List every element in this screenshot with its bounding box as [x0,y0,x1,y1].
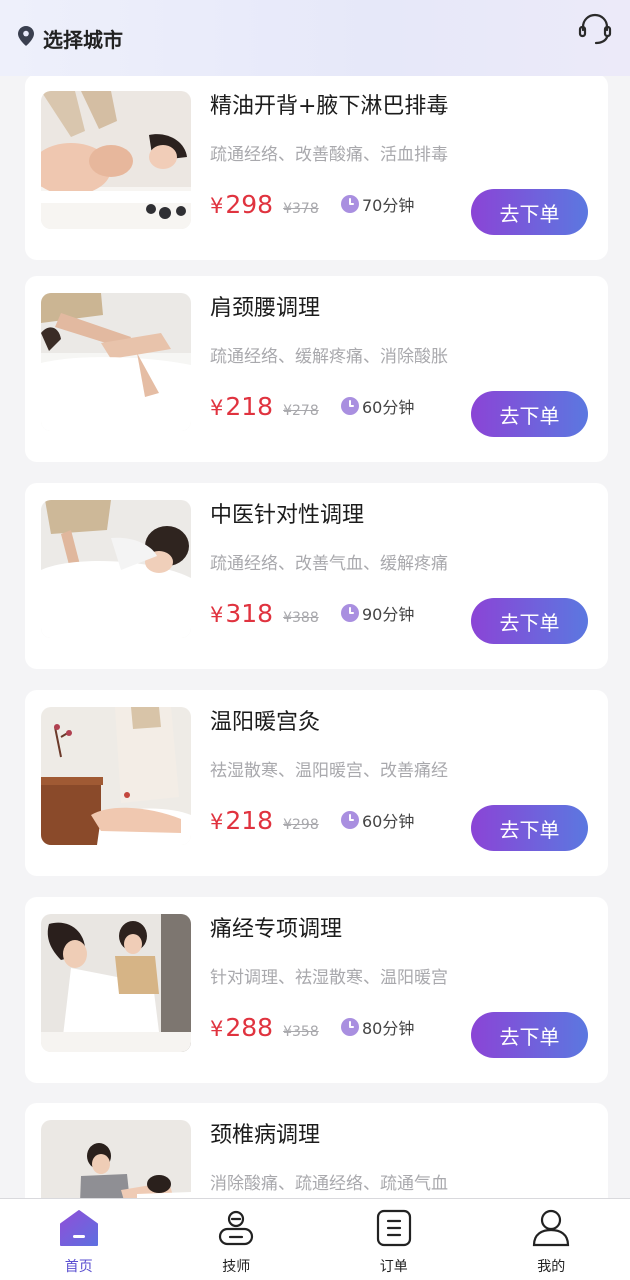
original-price: ¥388 [283,610,319,626]
duration-text: 70分钟 [362,196,415,215]
duration: 80分钟 [341,1015,414,1039]
order-button[interactable]: 去下单 [471,1012,588,1058]
original-price: ¥358 [283,1024,319,1040]
duration: 70分钟 [341,192,414,216]
price: 318 [225,599,274,628]
duration-text: 90分钟 [362,605,415,624]
price-row: ¥ 288 ¥358 [210,1013,319,1042]
tab-profile[interactable]: 我的 [473,1199,630,1280]
price: 298 [225,190,274,219]
service-tags: 疏通经络、改善气血、缓解疼痛 [210,554,448,574]
service-image [41,1120,191,1198]
original-price: ¥278 [283,403,319,419]
service-title: 颈椎病调理 [210,1123,321,1148]
clock-icon [341,1018,359,1036]
clock-icon [341,397,359,415]
map-pin-icon [18,26,34,50]
currency-symbol: ¥ [210,396,224,420]
order-button[interactable]: 去下单 [471,189,588,235]
price-row: ¥ 218 ¥298 [210,806,319,835]
technician-icon [216,1209,256,1251]
service-card[interactable]: 温阳暖宫灸 祛湿散寒、温阳暖宫、改善痛经 ¥ 218 ¥298 60分钟 去下单 [25,690,608,876]
service-tags: 消除酸痛、疏通经络、疏通气血 [210,1174,448,1194]
service-card[interactable]: 痛经专项调理 针对调理、祛湿散寒、温阳暖宫 ¥ 288 ¥358 80分钟 去下… [25,897,608,1083]
currency-symbol: ¥ [210,603,224,627]
price: 218 [225,392,274,421]
service-title: 精油开背+腋下淋巴排毒 [210,94,449,119]
currency-symbol: ¥ [210,194,224,218]
order-button[interactable]: 去下单 [471,391,588,437]
order-button[interactable]: 去下单 [471,598,588,644]
duration-text: 60分钟 [362,398,415,417]
duration-text: 80分钟 [362,1019,415,1038]
service-card[interactable]: 精油开背+腋下淋巴排毒 疏通经络、改善酸痛、活血排毒 ¥ 298 ¥378 70… [25,76,608,260]
service-tags: 疏通经络、改善酸痛、活血排毒 [210,145,448,165]
service-tags: 针对调理、祛湿散寒、温阳暖宫 [210,968,448,988]
bottom-tab-bar: 首页 技师 订单 我的 [0,1198,630,1280]
service-image [41,293,191,431]
price-row: ¥ 318 ¥388 [210,599,319,628]
user-icon [531,1209,571,1251]
currency-symbol: ¥ [210,810,224,834]
service-tags: 疏通经络、缓解疼痛、消除酸胀 [210,347,448,367]
tab-label: 订单 [379,1259,408,1275]
service-card[interactable]: 肩颈腰调理 疏通经络、缓解疼痛、消除酸胀 ¥ 218 ¥278 60分钟 去下单 [25,276,608,462]
service-list: 精油开背+腋下淋巴排毒 疏通经络、改善酸痛、活血排毒 ¥ 298 ¥378 70… [0,76,630,1198]
service-title: 肩颈腰调理 [210,296,321,321]
service-tags: 祛湿散寒、温阳暖宫、改善痛经 [210,761,448,781]
order-icon [374,1209,414,1251]
app-screen: 选择城市 精油开背+腋下淋巴排毒 疏通经络、改善酸痛、活血排毒 ¥ 298 ¥3… [0,0,630,1280]
service-image [41,91,191,229]
price: 288 [225,1013,274,1042]
order-button[interactable]: 去下单 [471,805,588,851]
tab-technician[interactable]: 技师 [158,1199,316,1280]
tab-label: 我的 [537,1259,566,1275]
city-label: 选择城市 [43,27,123,52]
clock-icon [341,811,359,829]
service-image [41,707,191,845]
headset-icon[interactable] [576,10,614,48]
home-icon [59,1209,99,1251]
price: 218 [225,806,274,835]
top-bar: 选择城市 [0,0,630,76]
service-title: 温阳暖宫灸 [210,710,321,735]
currency-symbol: ¥ [210,1017,224,1041]
city-selector[interactable]: 选择城市 [18,24,123,53]
price-row: ¥ 298 ¥378 [210,190,319,219]
service-title: 中医针对性调理 [210,503,365,528]
price-row: ¥ 218 ¥278 [210,392,319,421]
service-image [41,914,191,1052]
duration: 60分钟 [341,808,414,832]
duration-text: 60分钟 [362,812,415,831]
service-card[interactable]: 颈椎病调理 消除酸痛、疏通经络、疏通气血 [25,1103,608,1198]
duration: 90分钟 [341,601,414,625]
original-price: ¥298 [283,817,319,833]
original-price: ¥378 [283,201,319,217]
duration: 60分钟 [341,394,414,418]
tab-label: 首页 [64,1259,93,1275]
service-card[interactable]: 中医针对性调理 疏通经络、改善气血、缓解疼痛 ¥ 318 ¥388 90分钟 去… [25,483,608,669]
clock-icon [341,604,359,622]
tab-label: 技师 [222,1259,251,1275]
service-title: 痛经专项调理 [210,917,343,942]
tab-orders[interactable]: 订单 [315,1199,473,1280]
service-image [41,500,191,638]
tab-home[interactable]: 首页 [0,1199,158,1280]
clock-icon [341,195,359,213]
